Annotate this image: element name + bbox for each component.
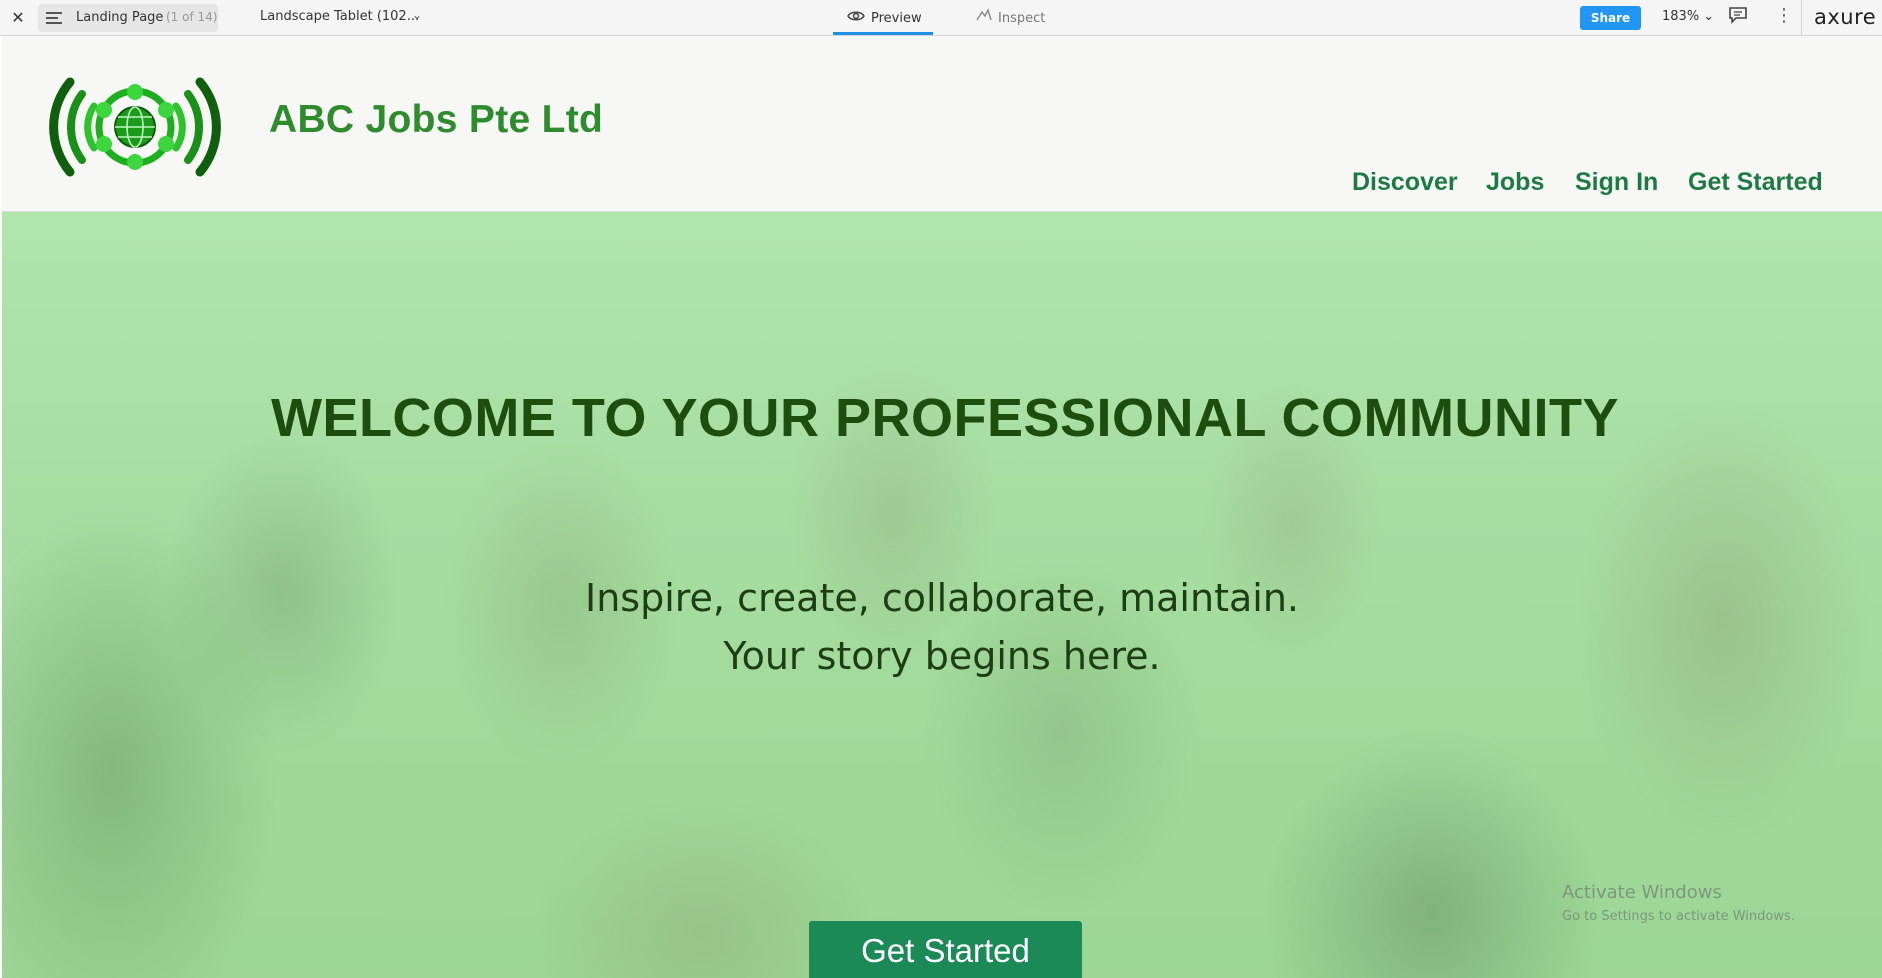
windows-activation-watermark: Activate Windows Go to Settings to activ… bbox=[1562, 882, 1795, 924]
page-name: Landing Page bbox=[76, 10, 164, 25]
toolbar-divider bbox=[1801, 0, 1802, 36]
tab-inspect-label: Inspect bbox=[998, 11, 1046, 26]
hero-section: WELCOME TO YOUR PROFESSIONAL COMMUNITY I… bbox=[2, 212, 1882, 978]
more-vertical-icon[interactable]: ⋮ bbox=[1775, 6, 1793, 26]
watermark-subtitle: Go to Settings to activate Windows. bbox=[1562, 909, 1795, 924]
nav-discover[interactable]: Discover bbox=[1352, 168, 1458, 197]
site-title[interactable]: ABC Jobs Pte Ltd bbox=[269, 98, 603, 142]
share-button[interactable]: Share bbox=[1580, 6, 1641, 30]
inspect-icon bbox=[976, 0, 992, 36]
chevron-down-icon[interactable]: ⌄ bbox=[412, 8, 422, 22]
nav-get-started[interactable]: Get Started bbox=[1688, 168, 1823, 197]
eye-icon bbox=[847, 0, 865, 36]
axure-logo: axure bbox=[1814, 5, 1877, 29]
get-started-button[interactable]: Get Started bbox=[809, 921, 1082, 978]
nav-jobs[interactable]: Jobs bbox=[1486, 168, 1544, 197]
tab-inspect[interactable]: Inspect bbox=[962, 0, 1062, 35]
close-icon[interactable]: ✕ bbox=[8, 8, 28, 28]
preview-toolbar: ✕ Landing Page (1 of 14) Landscape Table… bbox=[0, 0, 1882, 36]
watermark-title: Activate Windows bbox=[1562, 882, 1722, 903]
logo-icon[interactable] bbox=[30, 64, 240, 190]
menu-icon[interactable] bbox=[46, 12, 62, 24]
viewport-selector[interactable]: Landscape Tablet (102... bbox=[260, 9, 419, 24]
tab-preview[interactable]: Preview bbox=[833, 0, 933, 35]
hero-subtitle-line-1: Inspire, create, collaborate, maintain. bbox=[585, 576, 1299, 620]
zoom-value: 183% bbox=[1662, 9, 1700, 24]
page-selector[interactable]: Landing Page (1 of 14) bbox=[38, 4, 218, 32]
hero-title: WELCOME TO YOUR PROFESSIONAL COMMUNITY bbox=[270, 388, 1620, 448]
tab-preview-label: Preview bbox=[871, 11, 922, 26]
zoom-selector[interactable]: 183% ⌄ bbox=[1662, 9, 1714, 24]
page-count: (1 of 14) bbox=[166, 10, 218, 24]
nav-sign-in[interactable]: Sign In bbox=[1575, 168, 1658, 197]
hero-subtitle-line-2: Your story begins here. bbox=[723, 634, 1161, 678]
site-header: ABC Jobs Pte Ltd Discover Jobs Sign In G… bbox=[2, 36, 1882, 212]
comment-icon[interactable] bbox=[1728, 6, 1750, 26]
